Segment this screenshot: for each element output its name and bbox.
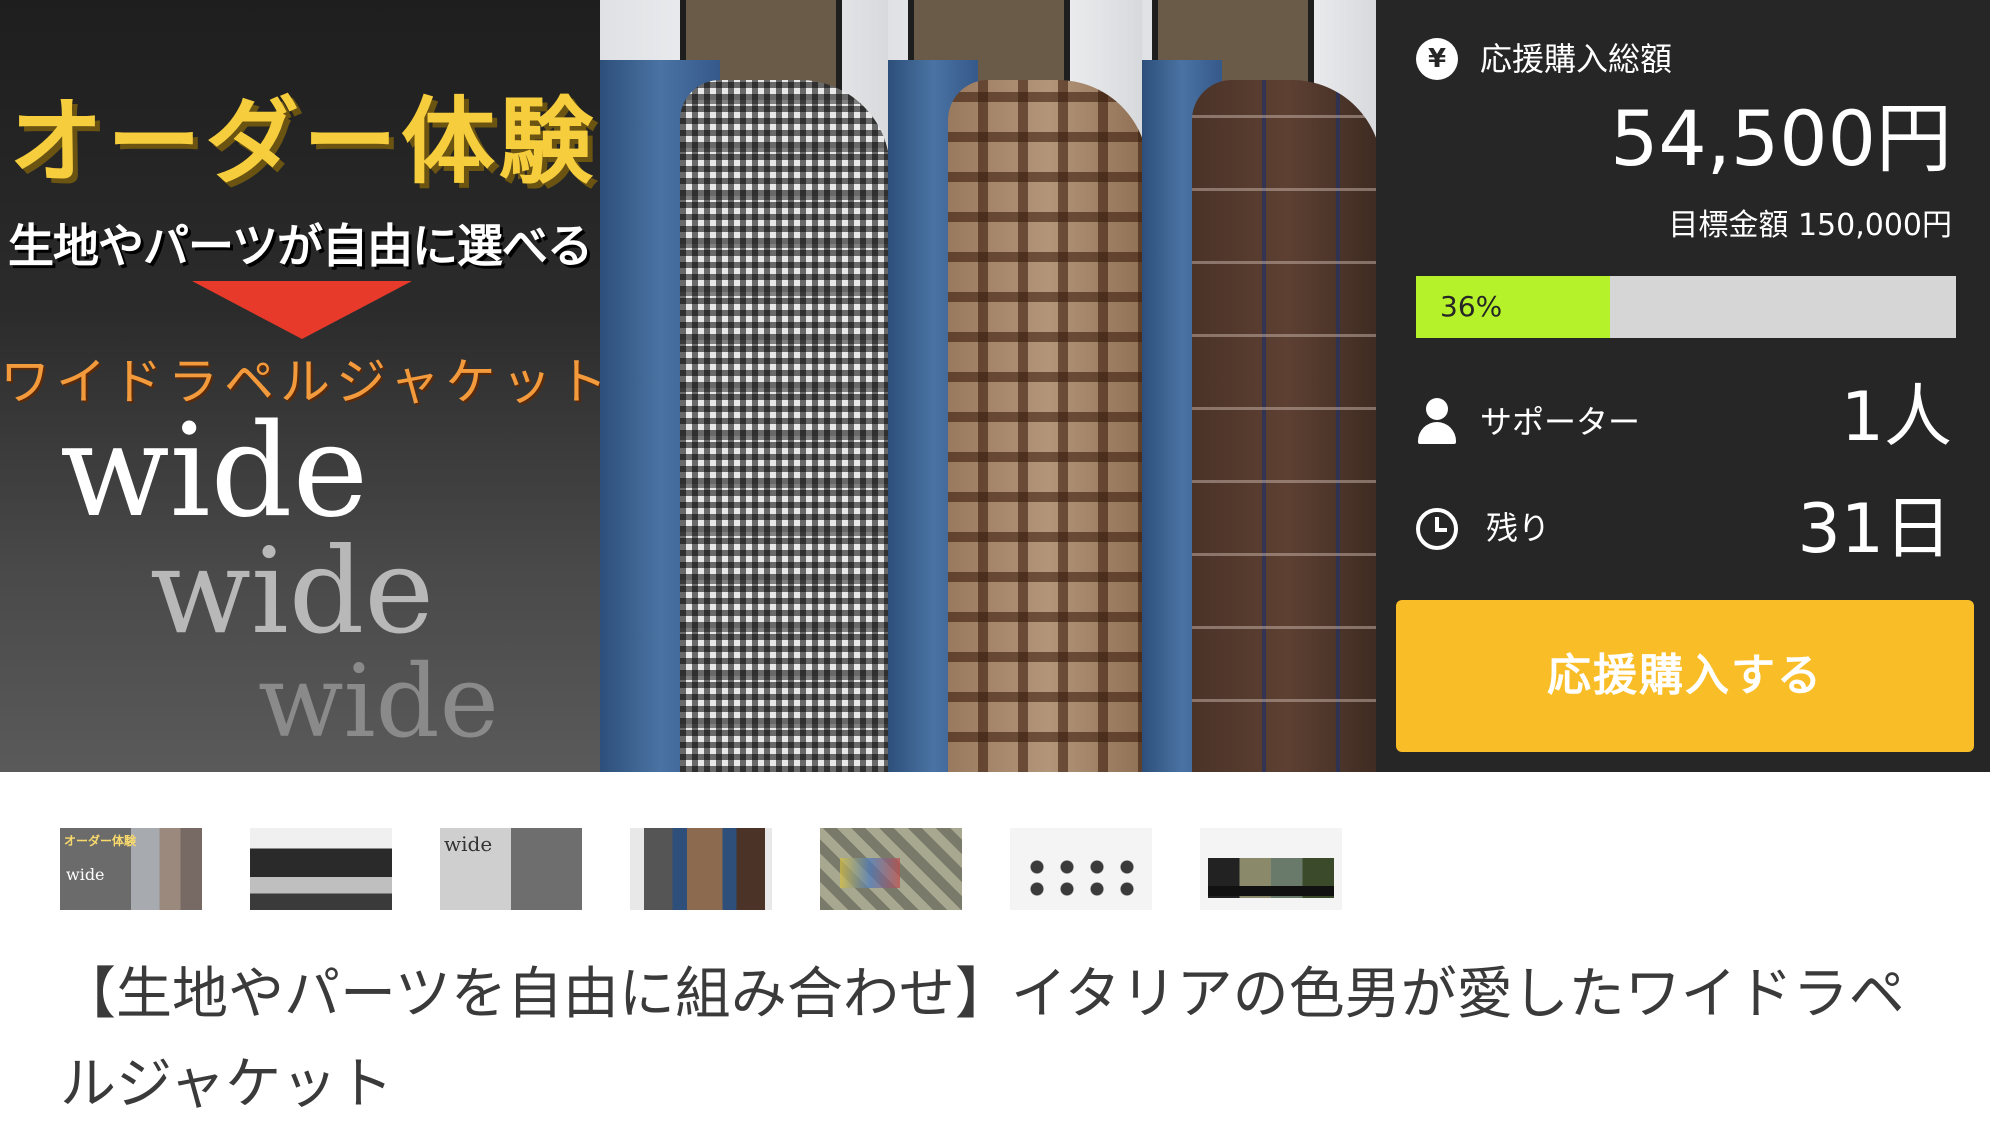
thumbnail-3[interactable]: wide [440, 828, 582, 910]
hero-promo-panel: オーダー体験 生地やパーツが自由に選べる ワイドラペルジャケット wide wi… [0, 0, 608, 772]
hero-wide-word: wide [258, 643, 499, 760]
project-title: 【生地やパーツを自由に組み合わせ】イタリアの色男が愛したワイドラペルジャケット [60, 962, 1905, 1117]
thumbnail-1-wide: wide [66, 865, 105, 884]
jacket-photo-houndstooth [600, 0, 888, 772]
hero-wide-word: wide [150, 522, 435, 660]
jacket-photo-brown-plaid [888, 0, 1142, 772]
jacket-photo-dark-check [1142, 0, 1376, 772]
progress-bar: 36% [1416, 276, 1956, 338]
support-purchase-button[interactable]: 応援購入する [1396, 600, 1974, 752]
raised-amount: 54,500円 [1610, 94, 1952, 183]
down-arrow-icon [192, 281, 412, 339]
hero-headline: オーダー体験 [8, 88, 597, 197]
hero-wide-word: wide [60, 397, 369, 546]
clock-icon [1416, 508, 1458, 550]
funding-panel: ¥ 応援購入総額 54,500円 目標金額 150,000円 36% サポーター… [1376, 0, 1990, 772]
supporters-count: 1人 [1840, 378, 1952, 457]
supporters-label: サポーター [1480, 403, 1641, 441]
thumbnail-6[interactable] [1010, 828, 1152, 910]
raised-label: 応援購入総額 [1480, 40, 1673, 78]
thumbnail-4[interactable] [630, 828, 772, 910]
hero-subline: 生地やパーツが自由に選べる [7, 219, 593, 273]
thumbnail-3-wide: wide [444, 832, 493, 856]
thumbnail-1-title: オーダー体験 [64, 834, 137, 848]
thumbnail-2[interactable] [250, 828, 392, 910]
remaining-days: 31日 [1797, 490, 1952, 569]
yen-icon: ¥ [1416, 38, 1458, 80]
person-icon [1416, 398, 1458, 444]
remaining-label: 残り [1486, 509, 1551, 547]
thumbnail-1[interactable]: オーダー体験 wide [60, 828, 202, 910]
thumbnail-5[interactable] [820, 828, 962, 910]
goal-amount: 目標金額 150,000円 [1668, 208, 1952, 243]
progress-percent: 36% [1440, 290, 1503, 323]
hero-image: オーダー体験 生地やパーツが自由に選べる ワイドラペルジャケット wide wi… [0, 0, 1376, 772]
thumbnail-7[interactable] [1200, 828, 1342, 910]
